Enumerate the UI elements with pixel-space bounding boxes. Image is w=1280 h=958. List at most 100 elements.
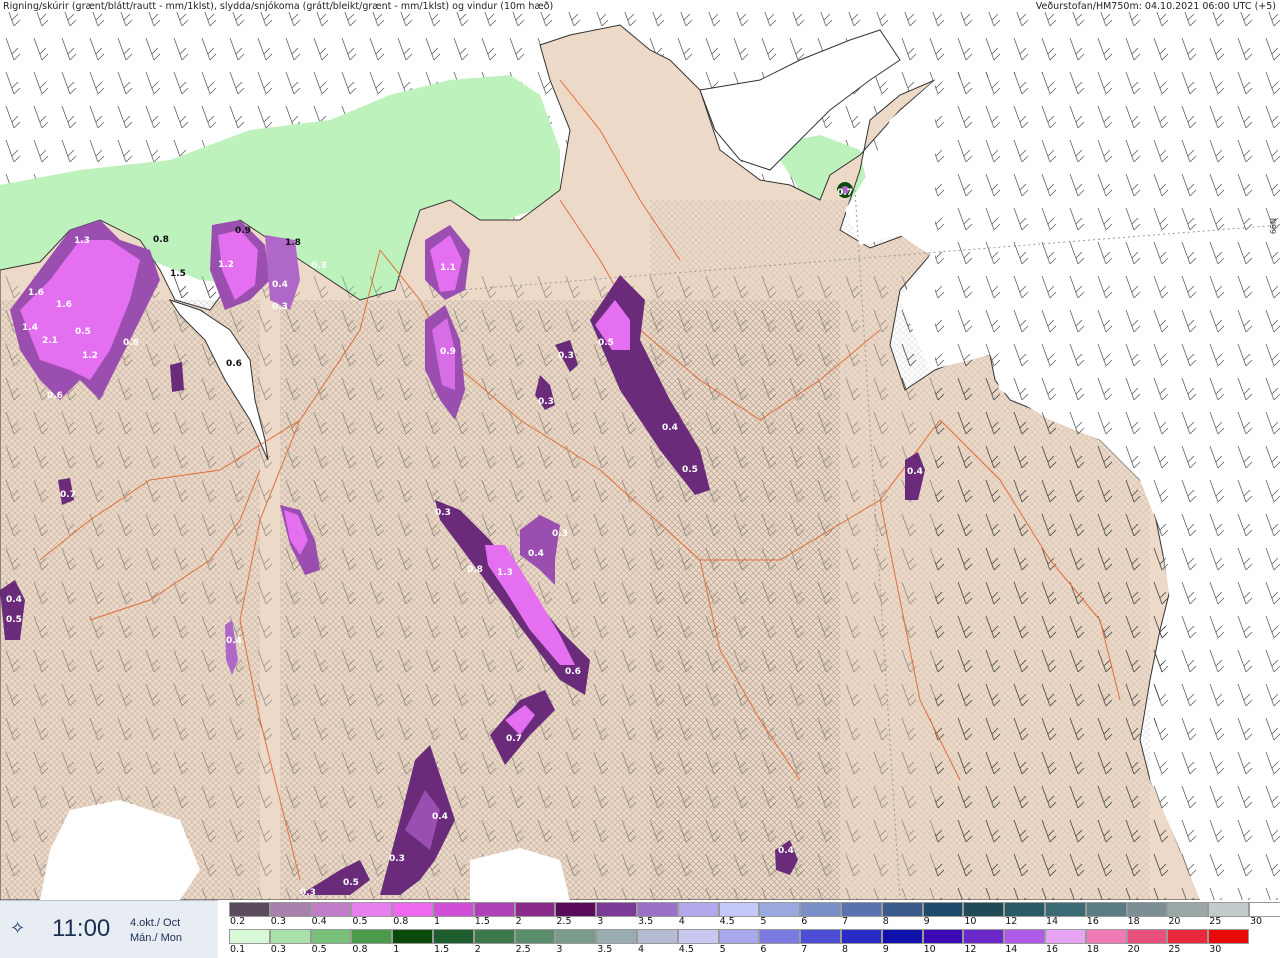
value-label: 0.6 [226,359,242,369]
value-label: 0.5 [343,878,359,888]
rain-color-scale [229,902,1280,917]
scale-swatch [269,929,311,944]
scale-swatch [881,902,923,917]
scale-swatch [1126,902,1168,917]
snow-scale-labels: 0.1 0.3 0.5 0.8 1 1.5 2 2.5 3 3.5 4 4.5 5 6 7 8 9 10 12 14 1… [229,944,1279,956]
value-label: 0.5 [598,338,614,348]
value-label: 1.1 [440,263,456,273]
scale-swatch [514,902,556,917]
value-label: 0.4 [226,636,242,646]
scale-label: 6 [801,916,808,927]
scale-label: 12 [1005,916,1018,927]
scale-label: 0.8 [352,944,368,955]
value-label: 0.3 [272,302,288,312]
scale-label: 0.1 [230,944,246,955]
scale-swatch [800,902,841,917]
scale-label: 1 [393,944,400,955]
scale-swatch [1167,929,1209,944]
snow-color-scale [229,929,1249,944]
scale-swatch [636,902,678,917]
scale-swatch [596,929,637,944]
value-label: 0.3 [311,261,327,271]
scale-label: 3 [597,916,604,927]
scale-swatch [351,929,393,944]
value-label: 1.2 [218,260,234,270]
value-label: 0.7 [60,490,76,500]
scale-swatch [555,929,597,944]
value-label: 0.4 [662,423,678,433]
scale-swatch [1004,902,1045,917]
value-label: 0.6 [47,391,63,401]
scale-swatch [514,929,556,944]
forecast-map[interactable]: 1.3 0.8 1.6 1.6 1.4 2.1 1.2 0.6 0.5 0.6 … [0,12,1280,900]
scale-label: 6 [760,944,767,955]
scale-label: 2 [515,916,522,927]
scale-swatch [392,902,433,917]
value-label: 0.9 [440,347,456,357]
latitude-label: 66N [1269,218,1278,235]
scale-swatch [963,929,1005,944]
scale-swatch [229,929,270,944]
scale-label: 3.5 [638,916,654,927]
scale-label: 20 [1127,944,1140,955]
scale-label: 25 [1168,944,1181,955]
scale-label: 10 [923,944,936,955]
value-label: 0.8 [467,565,483,575]
scale-label: 30 [1250,916,1263,927]
rain-scale-labels: 0.2 0.3 0.4 0.5 0.8 1 1.5 2 2.5 3 3.5 4 4.5 5 6 7 8 9 10 12… [229,916,1279,928]
scale-label: 9 [882,944,889,955]
scale-swatch [473,929,515,944]
value-label: 0.5 [682,465,698,475]
scale-swatch [351,902,393,917]
value-label: 2.1 [42,336,58,346]
scale-swatch [269,902,311,917]
forecast-weekday: Mán./ Mon [130,932,182,944]
scale-swatch [963,902,1005,917]
scale-label: 20 [1168,916,1181,927]
value-label: 0.6 [565,667,581,677]
scale-swatch [1208,902,1249,917]
scale-swatch [677,929,719,944]
scale-swatch [1126,929,1168,944]
scale-label: 16 [1086,916,1099,927]
scale-swatch [636,929,678,944]
scale-swatch [718,902,760,917]
value-label: 0.7 [506,734,522,744]
scale-label: 14 [1005,944,1018,955]
value-label: 0.4 [272,280,288,290]
scale-label: 0.4 [311,916,327,927]
scale-label: 1 [434,916,441,927]
scale-label: 5 [760,916,767,927]
scale-label: 8 [842,944,849,955]
scale-swatch [432,929,474,944]
scale-label: 2.5 [556,916,572,927]
value-label: 1.4 [22,323,38,333]
scale-swatch [759,902,801,917]
scale-swatch [432,902,474,917]
scale-label: 4 [678,916,685,927]
scale-swatch [1044,929,1086,944]
scale-swatch [677,902,719,917]
value-label: 0.4 [907,467,923,477]
east-sea-barbs [935,60,1280,900]
scale-swatch [922,902,964,917]
scale-label: 2.5 [515,944,531,955]
value-label: 0.3 [538,397,554,407]
value-label: 0.3 [389,854,405,864]
value-label: 1.2 [82,351,98,361]
scale-swatch [1085,929,1127,944]
scale-label: 3 [556,944,563,955]
forecast-date: 4.okt./ Oct [130,917,181,929]
value-label: 1.5 [170,269,186,279]
value-label: 0.5 [6,615,22,625]
value-label: 0.4 [432,812,448,822]
scale-swatch [759,929,801,944]
scale-label: 4 [638,944,645,955]
compass-star-icon: ✧ [10,918,26,938]
scale-label: 18 [1086,944,1099,955]
scale-swatch [310,929,352,944]
value-label: 1.6 [28,288,44,298]
scale-label: 3.5 [597,944,613,955]
value-label: 1.3 [74,236,90,246]
scale-label: 18 [1127,916,1140,927]
